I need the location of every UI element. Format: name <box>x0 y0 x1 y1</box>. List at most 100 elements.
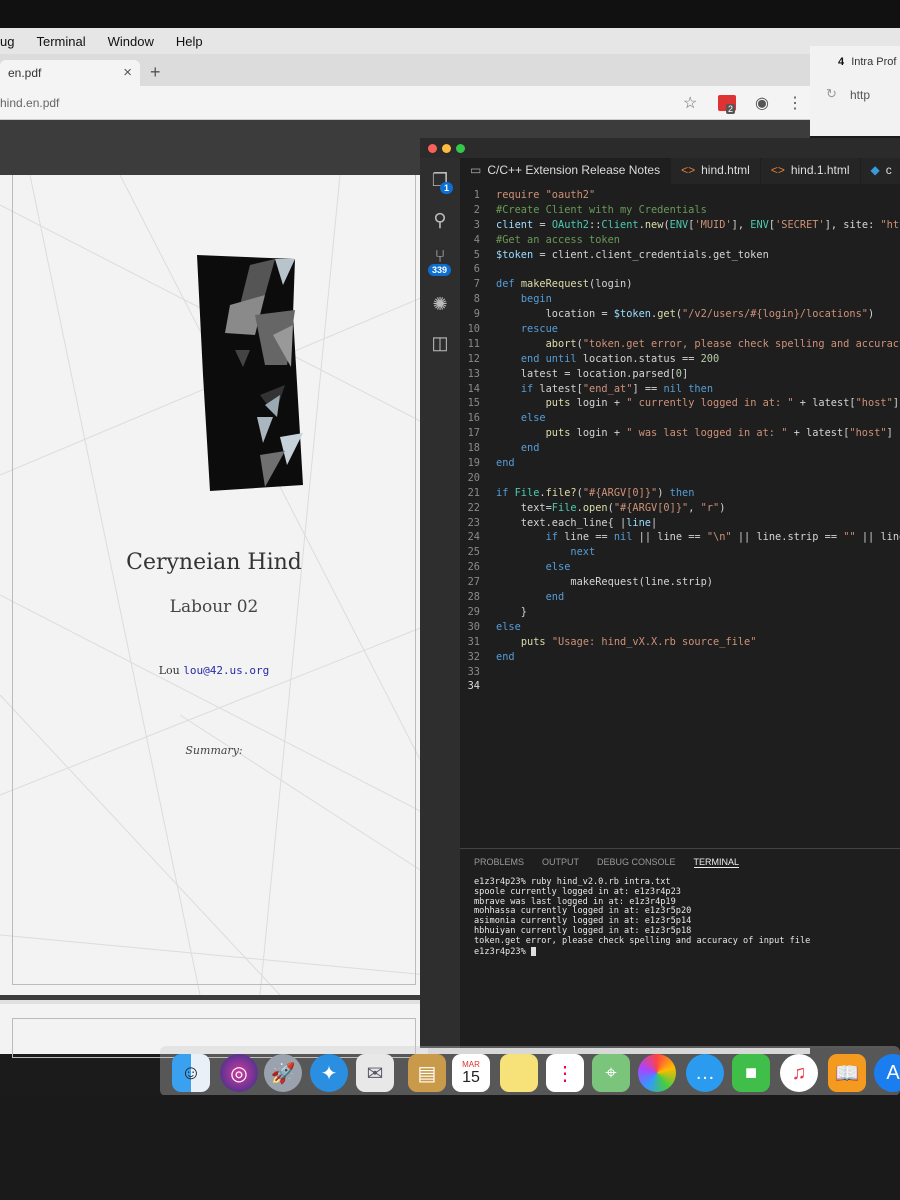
line-number: 23 <box>467 516 480 529</box>
maps-icon[interactable]: ⌖ <box>592 1054 630 1092</box>
code-line: 25 next <box>460 545 900 560</box>
line-number: 4 <box>473 233 480 246</box>
code-text: end <box>496 457 515 470</box>
code-text: end <box>496 650 515 663</box>
menu-help[interactable]: Help <box>176 34 203 49</box>
debug-icon[interactable]: ✺ <box>428 294 452 318</box>
more-menu-icon[interactable]: ⋮ <box>787 93 803 113</box>
code-line: 16 else <box>460 411 900 426</box>
author-email-link[interactable]: lou@42.us.org <box>183 664 269 677</box>
calendar-icon[interactable]: MAR 15 <box>452 1054 490 1092</box>
code-line: 2 #Create Client with my Credentials <box>460 203 900 218</box>
code-line: 32 end <box>460 650 900 665</box>
zoom-window-button[interactable] <box>456 144 465 153</box>
code-text: next <box>570 546 596 559</box>
code-line: 20 <box>460 471 900 486</box>
new-tab-icon[interactable]: + <box>150 62 161 83</box>
monitor-bezel-bottom <box>0 1095 900 1200</box>
finder-icon[interactable]: ☺ <box>172 1054 210 1092</box>
line-number: 10 <box>467 323 480 336</box>
code-line: 30 else <box>460 620 900 635</box>
itunes-icon[interactable]: ♫ <box>780 1054 818 1092</box>
tab-release-notes[interactable]: ▭ C/C++ Extension Release Notes <box>460 158 672 184</box>
code-line: 24 if line == nil || line == "\n" || lin… <box>460 530 900 545</box>
code-line: 3 client = OAuth2::Client.new(ENV['MUID']… <box>460 218 900 233</box>
minimize-window-button[interactable] <box>442 144 451 153</box>
doc-icon: ▭ <box>470 163 482 177</box>
address-bar: hind.en.pdf ☆ 2 ◉ ⋮ <box>0 86 810 120</box>
code-text: if line == nil || line == "\n" || line.s… <box>545 531 900 544</box>
menu-terminal[interactable]: Terminal <box>36 34 85 49</box>
tab-title: en.pdf <box>8 66 42 80</box>
document-title: Ceryneian Hind <box>126 550 302 575</box>
extensions-icon[interactable]: ◫ <box>428 333 452 357</box>
summary-label: Summary: <box>185 744 243 757</box>
facetime-icon[interactable]: ■ <box>732 1054 770 1092</box>
reload-icon[interactable]: ↻ <box>826 86 837 102</box>
code-line: 27 makeRequest(line.strip) <box>460 575 900 590</box>
terminal-line: token.get error, please check spelling a… <box>474 935 811 946</box>
tab-hind-html[interactable]: <> hind.html <box>671 158 761 184</box>
messages-icon[interactable]: … <box>686 1054 724 1092</box>
close-window-button[interactable] <box>428 144 437 153</box>
line-number: 33 <box>467 665 480 678</box>
tab-hind-1-html[interactable]: <> hind.1.html <box>761 158 861 184</box>
notes-icon[interactable]: ▤ <box>408 1054 446 1092</box>
photos-icon[interactable] <box>638 1054 676 1092</box>
code-line: 5 $token = client.client_credentials.get_… <box>460 248 900 263</box>
code-text: require "oauth2" <box>496 189 596 201</box>
reminders-icon[interactable]: ⋮ <box>546 1054 584 1092</box>
hind-logo-image <box>197 255 303 491</box>
browser2-url[interactable]: http <box>850 88 870 102</box>
code-text: $token = client.client_credentials.get_t… <box>496 248 769 261</box>
code-line: 21 if File.file?("#{ARGV[0]}") then <box>460 486 900 501</box>
line-number: 15 <box>467 397 480 410</box>
bottom-panel: PROBLEMS OUTPUT DEBUG CONSOLE TERMINAL e… <box>460 848 900 1048</box>
line-number: 32 <box>467 650 480 663</box>
tab-problems[interactable]: PROBLEMS <box>474 857 524 868</box>
line-number: 28 <box>467 591 480 604</box>
close-icon[interactable]: × <box>123 64 132 81</box>
terminal-output[interactable]: e1z3r4p23% ruby hind_v2.0.rb intra.txt sp… <box>460 876 900 959</box>
menu-window[interactable]: Window <box>108 34 154 49</box>
tab-terminal[interactable]: TERMINAL <box>693 857 740 868</box>
books-icon[interactable]: 📖 <box>828 1054 866 1092</box>
account-icon[interactable]: ◉ <box>755 93 769 113</box>
code-text: puts login + " was last logged in at: " … <box>545 427 893 440</box>
safari-icon[interactable]: ✦ <box>310 1054 348 1092</box>
url-field[interactable]: hind.en.pdf <box>0 96 59 110</box>
tab-partial[interactable]: ◆ c <box>861 158 900 184</box>
code-line: 12 end until location.status == 200 <box>460 352 900 367</box>
line-number: 14 <box>467 382 480 395</box>
bookmark-star-icon[interactable]: ☆ <box>683 93 697 113</box>
code-text: text=File.open("#{ARGV[0]}", "r") <box>496 501 726 514</box>
code-line: 10 rescue <box>460 322 900 337</box>
line-number: 27 <box>467 576 480 589</box>
code-text: abort("token.get error, please check spe… <box>545 337 900 350</box>
search-icon[interactable]: ⚲ <box>428 210 452 234</box>
line-number: 29 <box>467 605 480 618</box>
code-editor[interactable]: 1 require "oauth2" 2 #Create Client with my… <box>460 188 900 828</box>
code-line: 19 end <box>460 456 900 471</box>
appstore-icon[interactable]: A <box>874 1054 900 1092</box>
code-text: puts "Usage: hind_vX.X.rb source_file" <box>520 635 757 648</box>
browser-tab[interactable]: en.pdf × <box>0 60 140 86</box>
line-number: 18 <box>467 442 480 455</box>
code-text: location = $token.get("/v2/users/#{login… <box>496 308 875 321</box>
tab-output[interactable]: OUTPUT <box>542 857 579 868</box>
browser-tabbar: en.pdf × + <box>0 54 810 86</box>
code-text: else <box>520 412 546 425</box>
html-icon: <> <box>770 163 785 177</box>
siri-icon[interactable]: ◎ <box>220 1054 258 1092</box>
terminal-line: e1z3r4p23% <box>474 946 886 958</box>
terminal-cursor <box>530 946 536 956</box>
mail-icon[interactable]: ✉ <box>356 1054 394 1092</box>
code-text: } <box>496 605 527 618</box>
stickies-icon[interactable] <box>500 1054 538 1092</box>
line-number: 3 <box>473 218 480 231</box>
browser2-tab[interactable]: 4 Intra Prof <box>838 56 896 68</box>
menu-debug[interactable]: ug <box>0 34 14 49</box>
launchpad-icon[interactable]: 🚀 <box>264 1054 302 1092</box>
calendar-month: MAR <box>462 1059 480 1069</box>
tab-debug-console[interactable]: DEBUG CONSOLE <box>597 857 676 868</box>
